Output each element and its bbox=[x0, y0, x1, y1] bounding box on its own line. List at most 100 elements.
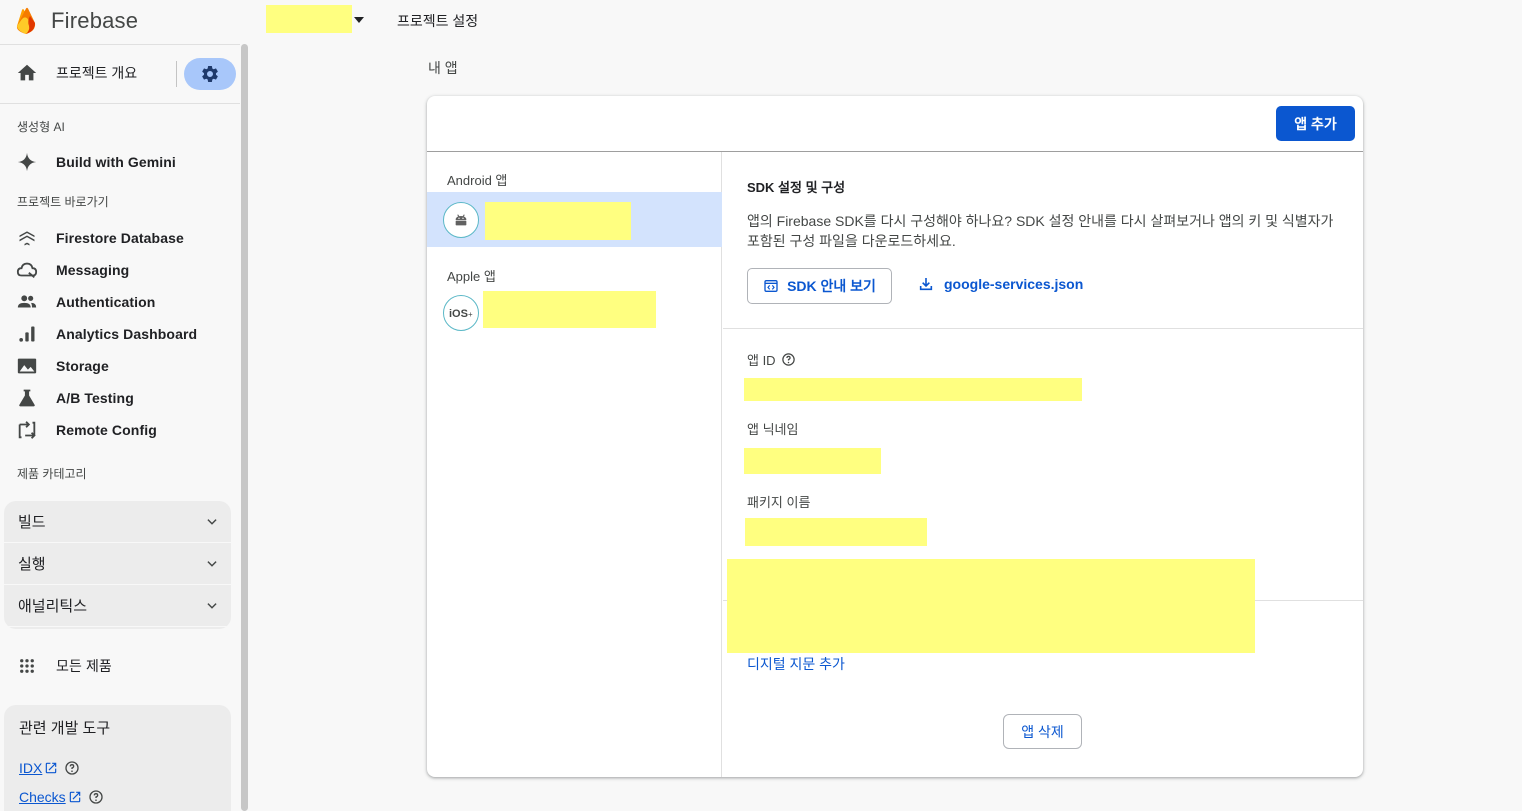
firebase-logo-icon bbox=[16, 7, 36, 34]
genai-section-label: 생성형 AI bbox=[17, 120, 65, 134]
image-icon bbox=[16, 355, 38, 377]
apps-grid-icon bbox=[16, 655, 38, 677]
app-detail: SDK 설정 및 구성 앱의 Firebase SDK를 다시 구성해야 하나요… bbox=[723, 152, 1363, 777]
project-settings-button[interactable] bbox=[184, 58, 236, 90]
sidebar-item-label: Remote Config bbox=[56, 422, 157, 438]
sidebar-item-all-products[interactable]: 모든 제품 bbox=[16, 654, 112, 678]
apple-apps-label: Apple 앱 bbox=[447, 269, 496, 284]
sidebar-scrollbar[interactable] bbox=[241, 44, 248, 811]
sidebar-item-storage[interactable]: Storage bbox=[16, 354, 109, 378]
people-icon bbox=[16, 291, 38, 313]
project-overview-link[interactable]: 프로젝트 개요 bbox=[16, 62, 137, 84]
app-name-redacted bbox=[483, 291, 656, 328]
chevron-down-icon bbox=[207, 518, 217, 525]
help-icon[interactable] bbox=[64, 760, 80, 776]
fingerprints-redacted bbox=[727, 559, 1255, 653]
help-icon[interactable] bbox=[88, 789, 104, 805]
sdk-description: 앱의 Firebase SDK를 다시 구성해야 하나요? SDK 설정 안내를… bbox=[747, 213, 1334, 249]
project-dropdown-caret-icon[interactable] bbox=[354, 17, 364, 23]
help-icon[interactable] bbox=[781, 352, 796, 367]
package-label: 패키지 이름 bbox=[747, 495, 811, 510]
add-app-button[interactable]: 앱 추가 bbox=[1276, 106, 1355, 141]
category-analytics[interactable]: 애널리틱스 bbox=[4, 585, 231, 627]
brand-name: Firebase bbox=[51, 8, 139, 33]
category-group: 빌드 실행 애널리틱스 bbox=[4, 501, 231, 629]
category-build[interactable]: 빌드 bbox=[4, 501, 231, 543]
nickname-value-redacted bbox=[744, 448, 881, 474]
sparkle-icon bbox=[16, 151, 38, 173]
project-selector-redacted[interactable] bbox=[266, 5, 352, 33]
card-header: 앱 추가 bbox=[427, 96, 1363, 152]
sidebar-item-label: 모든 제품 bbox=[56, 658, 112, 674]
project-overview-label: 프로젝트 개요 bbox=[56, 65, 138, 81]
view-sdk-guide-button[interactable]: SDK 안내 보기 bbox=[747, 268, 892, 304]
app-row-android[interactable] bbox=[427, 192, 722, 247]
sidebar-item-label: Authentication bbox=[56, 294, 156, 310]
chevron-down-icon bbox=[207, 602, 217, 609]
sidebar-item-messaging[interactable]: Messaging bbox=[16, 258, 129, 282]
brand[interactable]: Firebase bbox=[14, 6, 138, 36]
category-label: 애널리틱스 bbox=[18, 598, 88, 615]
sidebar-item-ab-testing[interactable]: A/B Testing bbox=[16, 386, 134, 410]
open-in-new-icon bbox=[46, 762, 57, 774]
related-devtools-panel: 관련 개발 도구 IDX Checks bbox=[4, 705, 231, 811]
app-row-ios[interactable]: iOS + bbox=[427, 287, 722, 342]
sdk-section-title: SDK 설정 및 구성 bbox=[747, 180, 846, 195]
package-field: 패키지 이름 bbox=[747, 492, 810, 511]
my-apps-title: 내 앱 bbox=[428, 60, 458, 76]
bar-chart-icon bbox=[16, 323, 38, 345]
checks-link[interactable]: Checks bbox=[19, 789, 66, 805]
svg-text:iOS: iOS bbox=[449, 308, 468, 320]
sidebar-item-label: Firestore Database bbox=[56, 230, 184, 246]
gear-icon bbox=[202, 65, 218, 82]
add-fingerprint-link[interactable]: 디지털 지문 추가 bbox=[747, 654, 845, 674]
category-label: 실행 bbox=[18, 556, 46, 573]
app-id-label: 앱 ID bbox=[747, 353, 776, 368]
sdk-button-label: SDK 안내 보기 bbox=[787, 278, 876, 294]
app-name-redacted bbox=[485, 202, 631, 240]
apps-card: 앱 추가 Android 앱 Apple 앱 iOS + SDK 설정 및 구성 … bbox=[427, 96, 1363, 777]
page-title: 프로젝트 설정 bbox=[397, 13, 479, 29]
remote-config-icon bbox=[16, 419, 38, 441]
code-box-icon bbox=[764, 280, 778, 292]
categories-section-label: 제품 카테고리 bbox=[17, 467, 87, 481]
flask-icon bbox=[16, 387, 38, 409]
devtools-title: 관련 개발 도구 bbox=[19, 720, 111, 737]
download-config-label: google-services.json bbox=[944, 276, 1084, 292]
messaging-icon bbox=[16, 259, 38, 281]
app-list: Android 앱 Apple 앱 iOS + bbox=[427, 152, 722, 777]
android-icon bbox=[443, 202, 479, 238]
nickname-label: 앱 닉네임 bbox=[747, 422, 799, 437]
nickname-field: 앱 닉네임 bbox=[747, 419, 798, 438]
android-apps-label: Android 앱 bbox=[447, 173, 508, 188]
package-value-redacted bbox=[745, 518, 927, 546]
ios-icon: iOS + bbox=[443, 295, 479, 331]
sidebar-item-analytics[interactable]: Analytics Dashboard bbox=[16, 322, 197, 346]
idx-link[interactable]: IDX bbox=[19, 760, 42, 776]
open-in-new-icon bbox=[69, 791, 80, 803]
sidebar-item-label: A/B Testing bbox=[56, 390, 134, 406]
download-icon bbox=[919, 278, 933, 291]
sidebar: Firebase 프로젝트 개요 생성형 AI Build with Gemin… bbox=[0, 0, 240, 811]
delete-app-button[interactable]: 앱 삭제 bbox=[1003, 714, 1082, 749]
download-config-link[interactable]: google-services.json bbox=[918, 276, 1083, 292]
app-id-value-redacted bbox=[744, 378, 1082, 401]
divider bbox=[176, 61, 177, 87]
firestore-icon bbox=[16, 227, 38, 249]
sidebar-item-label: Build with Gemini bbox=[56, 154, 176, 170]
sidebar-item-label: Analytics Dashboard bbox=[56, 326, 198, 342]
sidebar-item-gemini[interactable]: Build with Gemini bbox=[16, 150, 176, 174]
sidebar-item-remote-config[interactable]: Remote Config bbox=[16, 418, 157, 442]
divider bbox=[723, 328, 1363, 329]
app-id-field: 앱 ID bbox=[747, 350, 796, 369]
sidebar-item-firestore[interactable]: Firestore Database bbox=[16, 226, 184, 250]
svg-text:+: + bbox=[468, 310, 473, 319]
sidebar-item-label: Messaging bbox=[56, 262, 130, 278]
category-label: 빌드 bbox=[18, 514, 46, 531]
category-run[interactable]: 실행 bbox=[4, 543, 231, 585]
devtool-idx: IDX bbox=[19, 760, 80, 776]
sidebar-item-authentication[interactable]: Authentication bbox=[16, 290, 155, 314]
devtool-checks: Checks bbox=[19, 789, 104, 805]
shortcuts-section-label: 프로젝트 바로가기 bbox=[17, 195, 109, 209]
nav-top: 프로젝트 개요 bbox=[0, 44, 240, 104]
